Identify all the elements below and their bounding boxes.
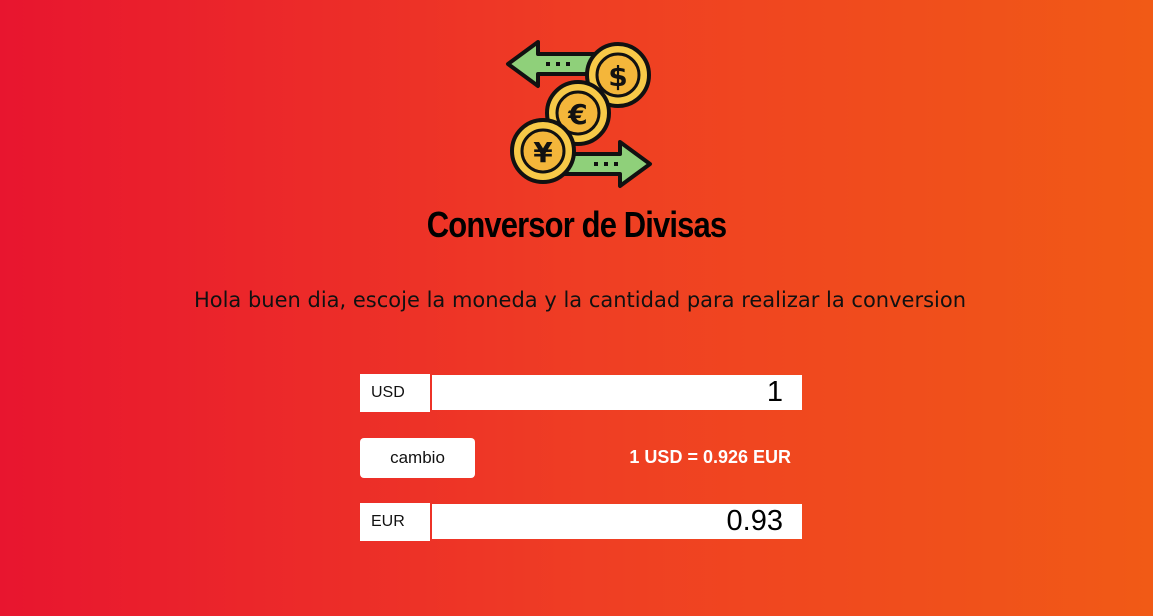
from-currency-select[interactable]: USD	[360, 374, 430, 412]
from-currency-row: USD 1	[360, 374, 802, 412]
instructions-text: Hola buen dia, escoje la moneda y la can…	[193, 288, 967, 312]
to-amount-input[interactable]: 0.93	[432, 504, 802, 539]
svg-text:¥: ¥	[533, 136, 553, 169]
page-title: Conversor de Divisas	[426, 204, 727, 245]
to-currency-row: EUR 0.93	[360, 503, 802, 541]
svg-text:$: $	[608, 60, 627, 93]
currency-exchange-icon: $ € ¥	[498, 38, 660, 190]
from-amount-input[interactable]: 1	[432, 375, 802, 410]
swap-button[interactable]: cambio	[360, 438, 475, 478]
to-currency-select[interactable]: EUR	[360, 503, 430, 541]
exchange-rate-text: 1 USD = 0.926 EUR	[629, 447, 791, 467]
svg-text:€: €	[567, 98, 587, 131]
